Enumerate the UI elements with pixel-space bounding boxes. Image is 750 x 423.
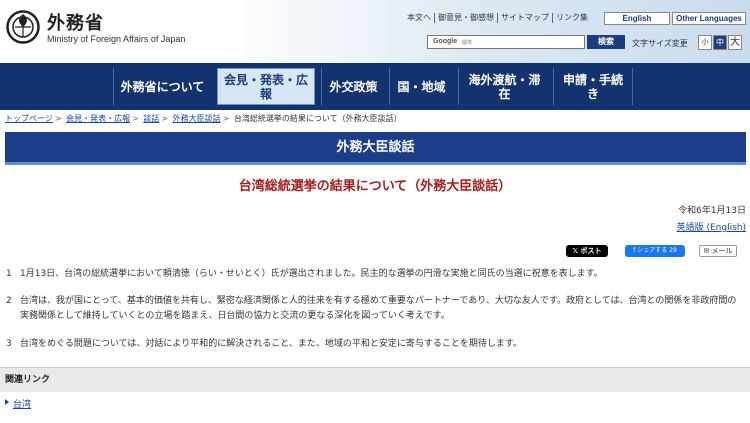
nav-item-procedures[interactable]: 申請・手続き [553, 68, 633, 105]
link-arrow-icon [5, 399, 9, 405]
search-brand: Google [433, 38, 458, 45]
x-post-button[interactable]: 𝕏 ポスト [566, 245, 608, 257]
breadcrumb-press[interactable]: 会見・発表・広報 [66, 114, 130, 123]
paragraph-text: 台湾をめぐる問題については、対話により平和的に解決されること、また、地域の平和と… [20, 339, 522, 349]
nav-item-travel[interactable]: 海外渡航・滞在 [458, 68, 550, 105]
related-link-taiwan[interactable]: 台湾 [13, 397, 31, 410]
paragraph-text: 1月13日、台湾の総統選挙において頼清徳（らい・せいとく）氏が選出されました。民… [20, 269, 603, 279]
paragraph-number: 2 [6, 296, 12, 306]
util-link-feedback[interactable]: 御意見・御感想 [434, 13, 497, 23]
statement-paragraph: 1 1月13日、台湾の総統選挙において頼清徳（らい・せいとく）氏が選出されました… [6, 267, 744, 282]
other-languages-button[interactable]: Other Languages [672, 12, 746, 25]
paragraph-number: 3 [6, 339, 12, 349]
global-nav: 外務省について 会見・発表・広報 外交政策 国・地域 海外渡航・滞在 申請・手続… [0, 63, 750, 110]
facebook-share-button[interactable]: f シェアする 29 [625, 245, 685, 257]
breadcrumb-statements[interactable]: 談話 [143, 114, 159, 123]
breadcrumb-current: 台湾総統選挙の結果について（外務大臣談話） [233, 114, 402, 123]
english-button[interactable]: English [604, 12, 670, 25]
nav-item-policy[interactable]: 外交政策 [321, 68, 385, 105]
breadcrumb-top[interactable]: トップページ [5, 114, 53, 123]
breadcrumb-minister-statements[interactable]: 外務大臣談話 [173, 114, 221, 123]
fontsize-medium-button[interactable]: 中 [713, 35, 727, 50]
nav-item-regions[interactable]: 国・地域 [389, 68, 453, 105]
statement-paragraph: 3 台湾をめぐる問題については、対話により平和的に解決されること、また、地域の平… [6, 337, 744, 352]
search-placeholder: 提供 [462, 40, 473, 46]
site-subtitle[interactable]: Ministry of Foreign Affairs of Japan [47, 34, 185, 44]
util-link-honbun[interactable]: 本文へ [404, 13, 434, 23]
related-links-heading: 関連リンク [0, 367, 750, 392]
breadcrumb: トップページ > 会見・発表・広報 > 談話 > 外務大臣談話 > 台湾総統選挙の結果に… [5, 114, 402, 123]
section-heading: 外務大臣談話 [5, 132, 746, 165]
site-header: 外務省 Ministry of Foreign Affairs of Japan… [0, 0, 750, 63]
mofa-emblem-icon[interactable] [6, 10, 40, 44]
utility-links: 本文へ 御意見・御感想 サイトマップ リンク集 [404, 13, 591, 23]
publish-date: 令和6年1月13日 [678, 206, 746, 216]
english-version-link[interactable]: 英語版 (English) [677, 220, 746, 233]
fontsize-label: 文字サイズ変更 [632, 39, 688, 48]
util-link-links[interactable]: リンク集 [552, 13, 591, 23]
util-link-sitemap[interactable]: サイトマップ [497, 13, 552, 23]
nav-item-press[interactable]: 会見・発表・広報 [217, 68, 315, 105]
nav-item-about[interactable]: 外務省について [113, 68, 211, 105]
statement-paragraph: 2 台湾は、我が国にとって、基本的価値を共有し、緊密な経済関係と人的往来を有する… [6, 294, 744, 324]
page-title: 台湾総統選挙の結果について（外務大臣談話） [238, 179, 512, 194]
search-button[interactable]: 検索 [587, 35, 625, 49]
site-title[interactable]: 外務省 [47, 9, 104, 35]
paragraph-text: 台湾は、我が国にとって、基本的価値を共有し、緊密な経済関係と人的往来を有する極め… [20, 296, 737, 321]
search-input[interactable]: Google 提供 [427, 35, 585, 49]
paragraph-number: 1 [6, 269, 12, 279]
mail-share-button[interactable]: ✉ メール [699, 245, 737, 257]
fontsize-large-button[interactable]: 大 [728, 35, 742, 50]
fontsize-small-button[interactable]: 小 [698, 35, 712, 50]
